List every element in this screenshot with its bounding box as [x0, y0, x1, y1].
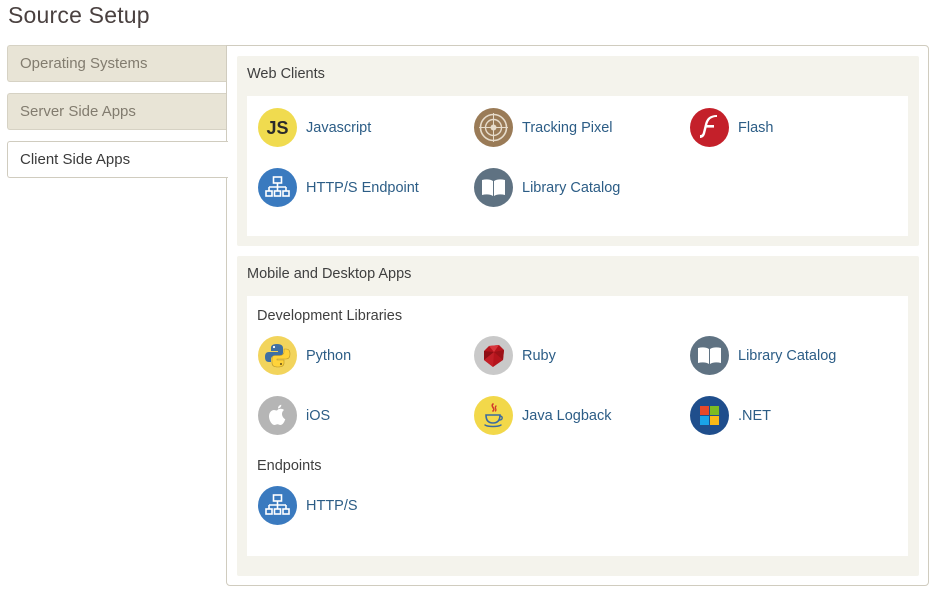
source-dotnet[interactable]: .NET: [690, 396, 771, 435]
source-ios[interactable]: iOS: [258, 396, 330, 435]
network-icon: [258, 486, 297, 525]
web-clients-section: Web Clients JS Javascript Tracking Pixel…: [237, 56, 919, 246]
mobile-desktop-title: Mobile and Desktop Apps: [247, 266, 412, 282]
tab-client-side-apps[interactable]: Client Side Apps: [7, 141, 228, 178]
library-catalog-label: Library Catalog: [738, 347, 837, 364]
tracking-pixel-label: Tracking Pixel: [522, 119, 613, 136]
dotnet-label: .NET: [738, 407, 772, 424]
https-label: HTTP/S: [306, 497, 358, 514]
network-icon: [258, 168, 297, 207]
windows-icon: [690, 396, 729, 435]
source-java-logback[interactable]: Java Logback: [474, 396, 611, 435]
book-icon: [474, 168, 513, 207]
java-logback-label: Java Logback: [522, 407, 612, 424]
source-tabs: Operating Systems Server Side Apps Clien…: [7, 45, 228, 189]
web-clients-title: Web Clients: [247, 66, 325, 82]
tab-operating-systems[interactable]: Operating Systems: [7, 45, 227, 82]
flash-icon: [690, 108, 729, 147]
book-icon: [690, 336, 729, 375]
source-flash[interactable]: Flash: [690, 108, 773, 147]
tab-server-side-apps[interactable]: Server Side Apps: [7, 93, 227, 130]
javascript-icon: JS: [258, 108, 297, 147]
javascript-label: Javascript: [306, 119, 372, 136]
source-library-catalog[interactable]: Library Catalog: [474, 168, 620, 207]
page-title: Source Setup: [8, 2, 150, 28]
source-library-catalog-2[interactable]: Library Catalog: [690, 336, 836, 375]
source-javascript[interactable]: JS Javascript: [258, 108, 371, 147]
source-tracking-pixel[interactable]: Tracking Pixel: [474, 108, 613, 147]
library-catalog-label: Library Catalog: [522, 179, 621, 196]
web-clients-body: JS Javascript Tracking Pixel Flash HTTP/…: [247, 96, 908, 236]
ruby-label: Ruby: [522, 347, 556, 364]
svg-text:JS: JS: [266, 118, 288, 138]
source-ruby[interactable]: Ruby: [474, 336, 556, 375]
tracking-pixel-icon: [474, 108, 513, 147]
source-https-endpoint[interactable]: HTTP/S Endpoint: [258, 168, 419, 207]
ios-label: iOS: [306, 407, 331, 424]
https-endpoint-label: HTTP/S Endpoint: [306, 179, 419, 196]
python-icon: [258, 336, 297, 375]
mobile-desktop-body: Development Libraries Python Ruby Librar…: [247, 296, 908, 556]
java-icon: [474, 396, 513, 435]
source-python[interactable]: Python: [258, 336, 351, 375]
ruby-icon: [474, 336, 513, 375]
mobile-desktop-section: Mobile and Desktop Apps Development Libr…: [237, 256, 919, 576]
development-libraries-heading: Development Libraries: [257, 308, 403, 324]
source-https[interactable]: HTTP/S: [258, 486, 358, 525]
python-label: Python: [306, 347, 352, 364]
client-side-apps-panel: Web Clients JS Javascript Tracking Pixel…: [226, 45, 929, 586]
apple-icon: [258, 396, 297, 435]
endpoints-heading: Endpoints: [257, 458, 322, 474]
flash-label: Flash: [738, 119, 774, 136]
